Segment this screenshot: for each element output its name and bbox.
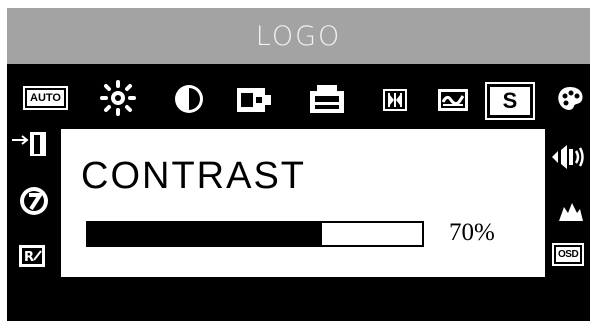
value-readout: 70% — [449, 219, 495, 246]
reset-icon[interactable]: R — [18, 244, 46, 268]
sharpness-icon[interactable]: S — [485, 82, 535, 120]
contrast-slider[interactable] — [86, 221, 424, 247]
osd-label: OSD — [551, 243, 585, 266]
osd-header: LOGO — [7, 8, 590, 64]
h-position-icon[interactable] — [236, 86, 272, 114]
volume-icon[interactable] — [549, 142, 585, 172]
color-icon[interactable] — [555, 84, 585, 114]
contrast-icon[interactable] — [172, 82, 206, 116]
osd-settings-icon[interactable]: OSD — [551, 243, 585, 266]
osd-menu: LOGO AUTO S R OSD CONTRAST 70% — [7, 8, 590, 321]
adjustment-panel: CONTRAST 70% — [61, 129, 545, 277]
auto-icon[interactable]: AUTO — [23, 86, 68, 110]
setting-title: CONTRAST — [81, 155, 306, 197]
sharpness-label: S — [485, 82, 535, 120]
clock-icon[interactable] — [382, 88, 408, 112]
brightness-icon[interactable] — [100, 80, 136, 116]
exit-icon[interactable] — [10, 130, 52, 158]
slider-fill — [88, 223, 322, 245]
svg-text:R: R — [24, 250, 34, 265]
language-icon[interactable] — [18, 185, 50, 217]
auto-label: AUTO — [23, 86, 68, 110]
v-position-icon[interactable] — [309, 84, 345, 114]
phase-icon[interactable] — [437, 88, 469, 112]
logo: LOGO — [255, 20, 342, 52]
osd-position-icon[interactable] — [558, 199, 584, 223]
